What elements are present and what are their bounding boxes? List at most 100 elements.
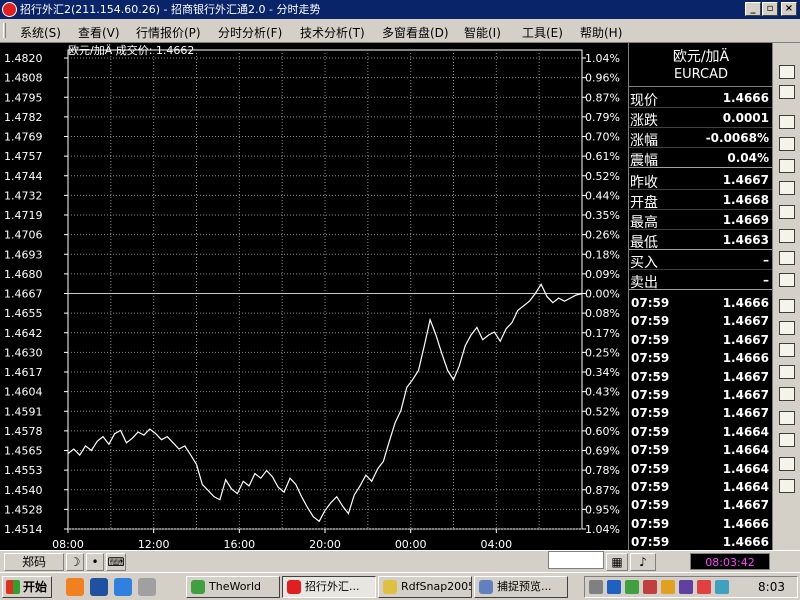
desktop-icon[interactable] [90,578,108,596]
quote-row: 震幅 0.04% [629,148,773,169]
menu-grip [3,23,6,38]
speaker-icon[interactable] [589,580,603,594]
toolbar-download-icon[interactable] [777,409,797,427]
punct-icon[interactable]: • [86,553,104,571]
app-icon[interactable] [2,2,17,17]
pct-tick-label: 0.70% [585,131,620,144]
tick-price: 1.4666 [722,351,769,366]
restore-button[interactable]: ▫ [762,2,778,16]
tick-time: 07:59 [631,535,670,550]
pct-tick-label: 1.04% [585,52,620,65]
tick-time: 07:59 [631,369,670,384]
toolbar-warning-icon[interactable] [777,455,797,473]
toolbar-tile-icon[interactable] [777,319,797,337]
y-tick-label: 1.4732 [4,189,43,202]
menu-smart[interactable]: 智能(I) [464,24,501,41]
tick-row: 07:59 1.4666 [629,533,773,551]
tick-row: 07:59 1.4664 [629,460,773,478]
y-tick-label: 1.4540 [4,484,43,497]
toolbar-pen-icon[interactable] [777,431,797,449]
quote-row: 昨收 1.4667 [629,170,773,191]
toolbar-list-icon[interactable] [777,179,797,197]
tick-price: 1.4666 [722,535,769,550]
toolbar-table-icon[interactable] [777,157,797,175]
menu-quotes[interactable]: 行情报价(P) [136,24,201,41]
y-tick-label: 1.4655 [4,307,43,320]
menu-view[interactable]: 查看(V) [78,24,120,41]
y-tick-label: 1.4757 [4,150,43,163]
y-tick-label: 1.4795 [4,91,43,104]
menu-system[interactable]: 系统(S) [20,24,61,41]
tick-row: 07:59 1.4666 [629,515,773,533]
quote-row: 买入 – [629,250,773,271]
y-tick-label: 1.4642 [4,327,43,340]
start-button[interactable]: 开始 [2,576,52,598]
intraday-chart[interactable]: 1.4820 1.4808 1.4795 1.4782 1.4769 1.4757 1.47… [0,43,628,550]
toolbar-back-icon[interactable] [777,113,797,131]
tick-row: 07:59 1.4664 [629,478,773,496]
tray-misc-icon[interactable] [661,580,675,594]
quote-value: 1.4667 [722,173,769,187]
quote-row: 卖出 – [629,270,773,291]
y-tick-label: 1.4706 [4,229,43,242]
task-rdfsnap[interactable]: RdfSnap2005 [378,576,472,598]
tray-app-icon[interactable] [625,580,639,594]
toolbar-window-icon[interactable] [777,297,797,315]
toolbar-doc-icon[interactable] [777,135,797,153]
menu-multiwindow[interactable]: 多窗看盘(D) [382,24,449,41]
y-tick-label: 1.4719 [4,209,43,222]
tick-price: 1.4664 [722,443,769,458]
menu-bar: 系统(S) 查看(V) 行情报价(P) 分时分析(F) 技术分析(T) 多窗看盘… [0,19,800,43]
tick-price: 1.4667 [722,498,769,513]
tray-misc4-icon[interactable] [715,580,729,594]
task-cmbfx[interactable]: 招行外汇... [282,576,376,598]
tray-misc2-icon[interactable] [679,580,693,594]
toolbar-news-icon[interactable] [777,385,797,403]
theworld-icon [191,580,205,594]
pct-tick-label: 0.25% [585,346,620,359]
window-title: 招行外汇2(211.154.60.26) - 招商银行外汇通2.0 - 分时走势 [20,3,321,16]
moon-icon[interactable]: ☽ [66,553,84,571]
bell-icon[interactable]: ♪ [630,553,656,571]
pct-tick-label: 0.96% [585,72,620,85]
quote-row: 最低 1.4663 [629,230,773,251]
tick-time: 07:59 [631,424,670,439]
ime-icon[interactable] [643,580,657,594]
toolbar-search-icon[interactable] [777,477,797,495]
menu-intraday[interactable]: 分时分析(F) [218,24,282,41]
keyboard-icon[interactable]: ⌨ [106,553,126,571]
toolbar-grid-icon[interactable] [777,271,797,289]
minimize-button[interactable]: _ [745,2,761,16]
task-capture-preview[interactable]: 捕捉预览... [474,576,568,598]
toolbar-kline-icon[interactable] [777,227,797,245]
tray-clock: 8:03 [758,580,785,594]
time-axis: 08:00 12:00 16:00 20:00 00:00 04:00 [52,529,512,550]
firefox-icon[interactable] [66,578,84,596]
x-tick-label: 12:00 [138,538,170,550]
menu-help[interactable]: 帮助(H) [580,24,622,41]
close-button[interactable]: × [781,2,797,16]
chart-title: 欧元/加Ä 成交价: 1.4662 [68,43,194,57]
tray-misc3-icon[interactable] [697,580,711,594]
toolbar-multi-icon[interactable] [777,363,797,381]
ie-icon[interactable] [114,578,132,596]
layout-icon[interactable]: ▦ [606,553,628,571]
toolbar-link-icon[interactable] [777,83,797,101]
pct-tick-label: 0.87% [585,91,620,104]
toolbar-zoom-icon[interactable] [777,63,797,81]
chart-grid [67,49,583,530]
y-tick-label: 1.4769 [4,131,43,144]
toolbar-bars-icon[interactable] [777,249,797,267]
status-field [548,551,604,569]
task-theworld[interactable]: TheWorld [186,576,280,598]
tick-time: 07:59 [631,480,670,494]
explorer-icon[interactable] [138,578,156,596]
toolbar-alert-icon[interactable] [777,341,797,359]
code-input-button[interactable]: 郑码 [4,553,64,571]
folder-icon [383,580,397,594]
menu-tools[interactable]: 工具(E) [522,24,563,41]
network-icon[interactable] [607,580,621,594]
quote-value: 0.04% [727,151,769,165]
toolbar-chart-icon[interactable] [777,203,797,221]
menu-technical[interactable]: 技术分析(T) [300,24,365,41]
